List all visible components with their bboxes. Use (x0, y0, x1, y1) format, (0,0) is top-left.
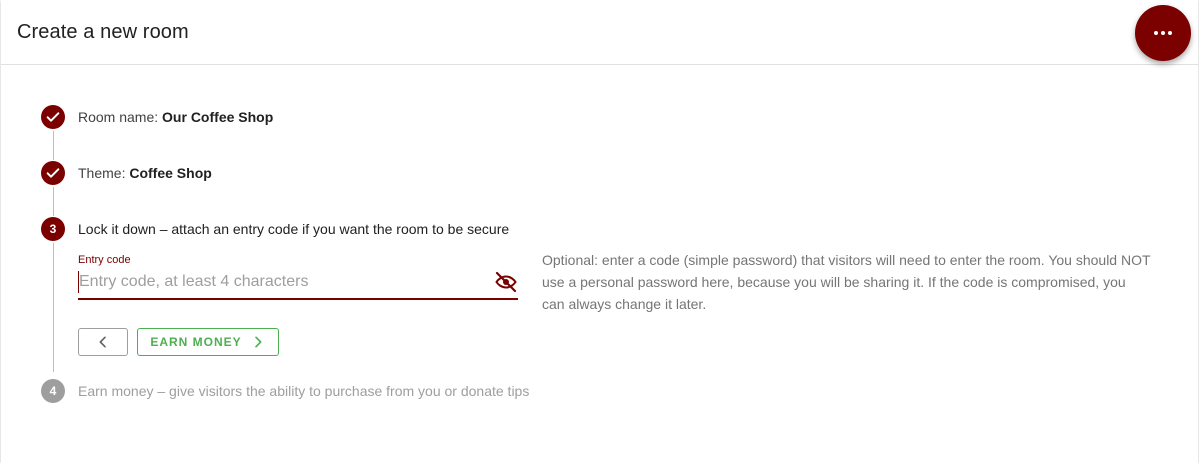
step-label: Lock it down – attach an entry code if y… (78, 221, 510, 237)
step-number: 3 (41, 217, 65, 241)
step-label: Earn money – give visitors the ability t… (78, 383, 530, 399)
dialog-title: Create a new room (17, 21, 189, 43)
step-number: 4 (41, 379, 65, 403)
more-options-button[interactable] (1135, 5, 1191, 61)
step-label-prefix: Room name: (78, 109, 163, 125)
step-label: Theme: Coffee Shop (78, 165, 212, 181)
entry-code-helper-text: Optional: enter a code (simple password)… (542, 252, 1151, 312)
dialog-header: Create a new room (1, 0, 1198, 65)
create-room-dialog: Create a new room Room name: Our Coffee … (1, 0, 1198, 463)
step-connector (53, 131, 54, 160)
step-label-prefix: Theme: (78, 165, 130, 181)
step-label: Room name: Our Coffee Shop (78, 109, 273, 125)
next-button-label: EARN MONEY (150, 335, 242, 349)
entry-code-field: Entry code (78, 254, 518, 300)
entry-code-label: Entry code (78, 254, 131, 266)
check-icon (41, 161, 65, 185)
chevron-left-icon (95, 334, 111, 350)
entry-code-input[interactable] (78, 271, 489, 293)
step-label-value: Coffee Shop (129, 165, 212, 181)
check-icon (41, 105, 65, 129)
step-connector (53, 243, 54, 372)
visibility-off-icon[interactable] (494, 270, 518, 294)
step-connector (53, 187, 54, 216)
more-horiz-icon (1153, 31, 1174, 35)
back-button[interactable] (78, 328, 128, 356)
earn-money-next-button[interactable]: EARN MONEY (137, 328, 279, 356)
step-label-value: Our Coffee Shop (162, 109, 274, 125)
chevron-right-icon (250, 334, 266, 350)
